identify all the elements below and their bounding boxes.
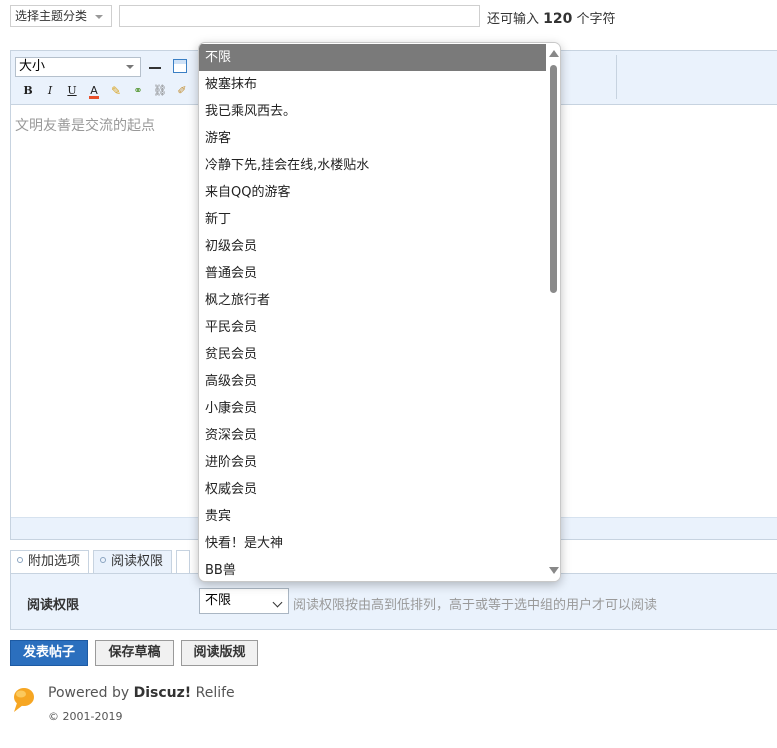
read-permission-note: 阅读权限按由高到低排列，高于或等于选中组的用户才可以阅读	[293, 598, 658, 613]
extra-options-tabs: 附加选项 阅读权限	[10, 550, 191, 574]
link-icon[interactable]: ⚭	[129, 83, 147, 99]
bullet-icon	[100, 557, 107, 563]
italic-button[interactable]: I	[41, 83, 59, 99]
read-permission-label: 阅读权限	[27, 598, 80, 613]
font-size-select[interactable]: 大小	[15, 57, 141, 77]
dropdown-option[interactable]: 新丁	[199, 206, 547, 233]
chevron-down-icon	[95, 15, 103, 19]
underline-button[interactable]: U	[63, 83, 81, 99]
dropdown-option[interactable]: 权威会员	[199, 476, 547, 503]
horizontal-rule-icon[interactable]	[148, 57, 162, 77]
dropdown-option[interactable]: 不限	[199, 44, 547, 71]
chevron-down-icon	[272, 597, 283, 608]
font-size-value: 大小	[19, 59, 46, 74]
format-buttons: B I U A ✎ ⚭ ⛓ ✐	[19, 83, 191, 99]
dropdown-option[interactable]: 冷静下先,挂会在线,水楼贴水	[199, 152, 547, 179]
scrollbar-thumb[interactable]	[550, 65, 557, 293]
dropdown-option[interactable]: 我已乘风西去。	[199, 98, 547, 125]
powered-by: Powered by Discuz! Relife	[48, 685, 235, 701]
remaining-count: 120	[543, 11, 573, 27]
scroll-down-icon[interactable]	[549, 567, 559, 574]
brand-link[interactable]: Discuz!	[134, 685, 192, 701]
theme-name: Relife	[195, 685, 235, 701]
tab-hidden[interactable]	[176, 550, 191, 574]
dropdown-option[interactable]: 来自QQ的游客	[199, 179, 547, 206]
dropdown-option[interactable]: 资深会员	[199, 422, 547, 449]
dropdown-option[interactable]: 平民会员	[199, 314, 547, 341]
dropdown-option[interactable]: 高级会员	[199, 368, 547, 395]
discuz-logo-icon	[14, 688, 34, 712]
category-select[interactable]: 选择主题分类	[10, 5, 112, 27]
subject-input[interactable]	[119, 5, 480, 27]
dropdown-option[interactable]: 普通会员	[199, 260, 547, 287]
scroll-up-icon[interactable]	[549, 50, 559, 57]
powered-prefix: Powered by	[48, 685, 130, 701]
dropdown-option[interactable]: 快看！是大神	[199, 530, 547, 557]
post-button[interactable]: 发表帖子	[10, 640, 88, 666]
unlink-icon[interactable]: ⛓	[151, 83, 169, 99]
dropdown-option[interactable]: 小康会员	[199, 395, 547, 422]
tab-label: 附加选项	[28, 554, 81, 569]
editor-placeholder[interactable]: 文明友善是交流的起点	[15, 115, 155, 135]
dropdown-option[interactable]: 初级会员	[199, 233, 547, 260]
clear-format-icon[interactable]: ✐	[173, 83, 191, 99]
spellcheck-icon[interactable]: ✎	[107, 83, 125, 99]
copyright: © 2001-2019	[48, 710, 123, 723]
read-permission-dropdown[interactable]: 不限 被塞抹布 我已乘风西去。 游客 冷静下先,挂会在线,水楼贴水 来自QQ的游客 新丁 初级…	[198, 42, 561, 582]
read-permission-select[interactable]: 不限	[199, 588, 289, 614]
bold-button[interactable]: B	[19, 83, 37, 99]
toolbar-divider	[616, 55, 617, 99]
bullet-icon	[17, 557, 23, 563]
chevron-down-icon	[126, 65, 134, 69]
remaining-prefix: 还可输入	[487, 12, 540, 27]
read-rules-button[interactable]: 阅读版规	[181, 640, 258, 666]
tab-read-permission[interactable]: 阅读权限	[93, 550, 173, 574]
category-select-value: 选择主题分类	[15, 9, 88, 23]
dropdown-option[interactable]: 游客	[199, 125, 547, 152]
table-icon[interactable]	[173, 59, 187, 73]
dropdown-options: 不限 被塞抹布 我已乘风西去。 游客 冷静下先,挂会在线,水楼贴水 来自QQ的游客 新丁 初级…	[199, 44, 547, 581]
tab-extra-options[interactable]: 附加选项	[10, 550, 90, 574]
dropdown-option[interactable]: 被塞抹布	[199, 71, 547, 98]
dropdown-scrollbar[interactable]	[546, 43, 560, 581]
dropdown-option[interactable]: 进阶会员	[199, 449, 547, 476]
dropdown-option[interactable]: 贫民会员	[199, 341, 547, 368]
dropdown-option[interactable]: 贵宾	[199, 503, 547, 530]
font-color-button[interactable]: A	[85, 83, 103, 99]
remaining-characters: 还可输入 120 个字符	[487, 8, 616, 27]
save-draft-button[interactable]: 保存草稿	[95, 640, 174, 666]
dropdown-option[interactable]: BB兽	[199, 557, 547, 581]
read-permission-value: 不限	[205, 593, 232, 608]
remaining-suffix: 个字符	[576, 12, 616, 27]
dropdown-option[interactable]: 枫之旅行者	[199, 287, 547, 314]
subject-bar: 选择主题分类 还可输入 120 个字符	[0, 0, 777, 34]
tab-label: 阅读权限	[111, 554, 164, 569]
